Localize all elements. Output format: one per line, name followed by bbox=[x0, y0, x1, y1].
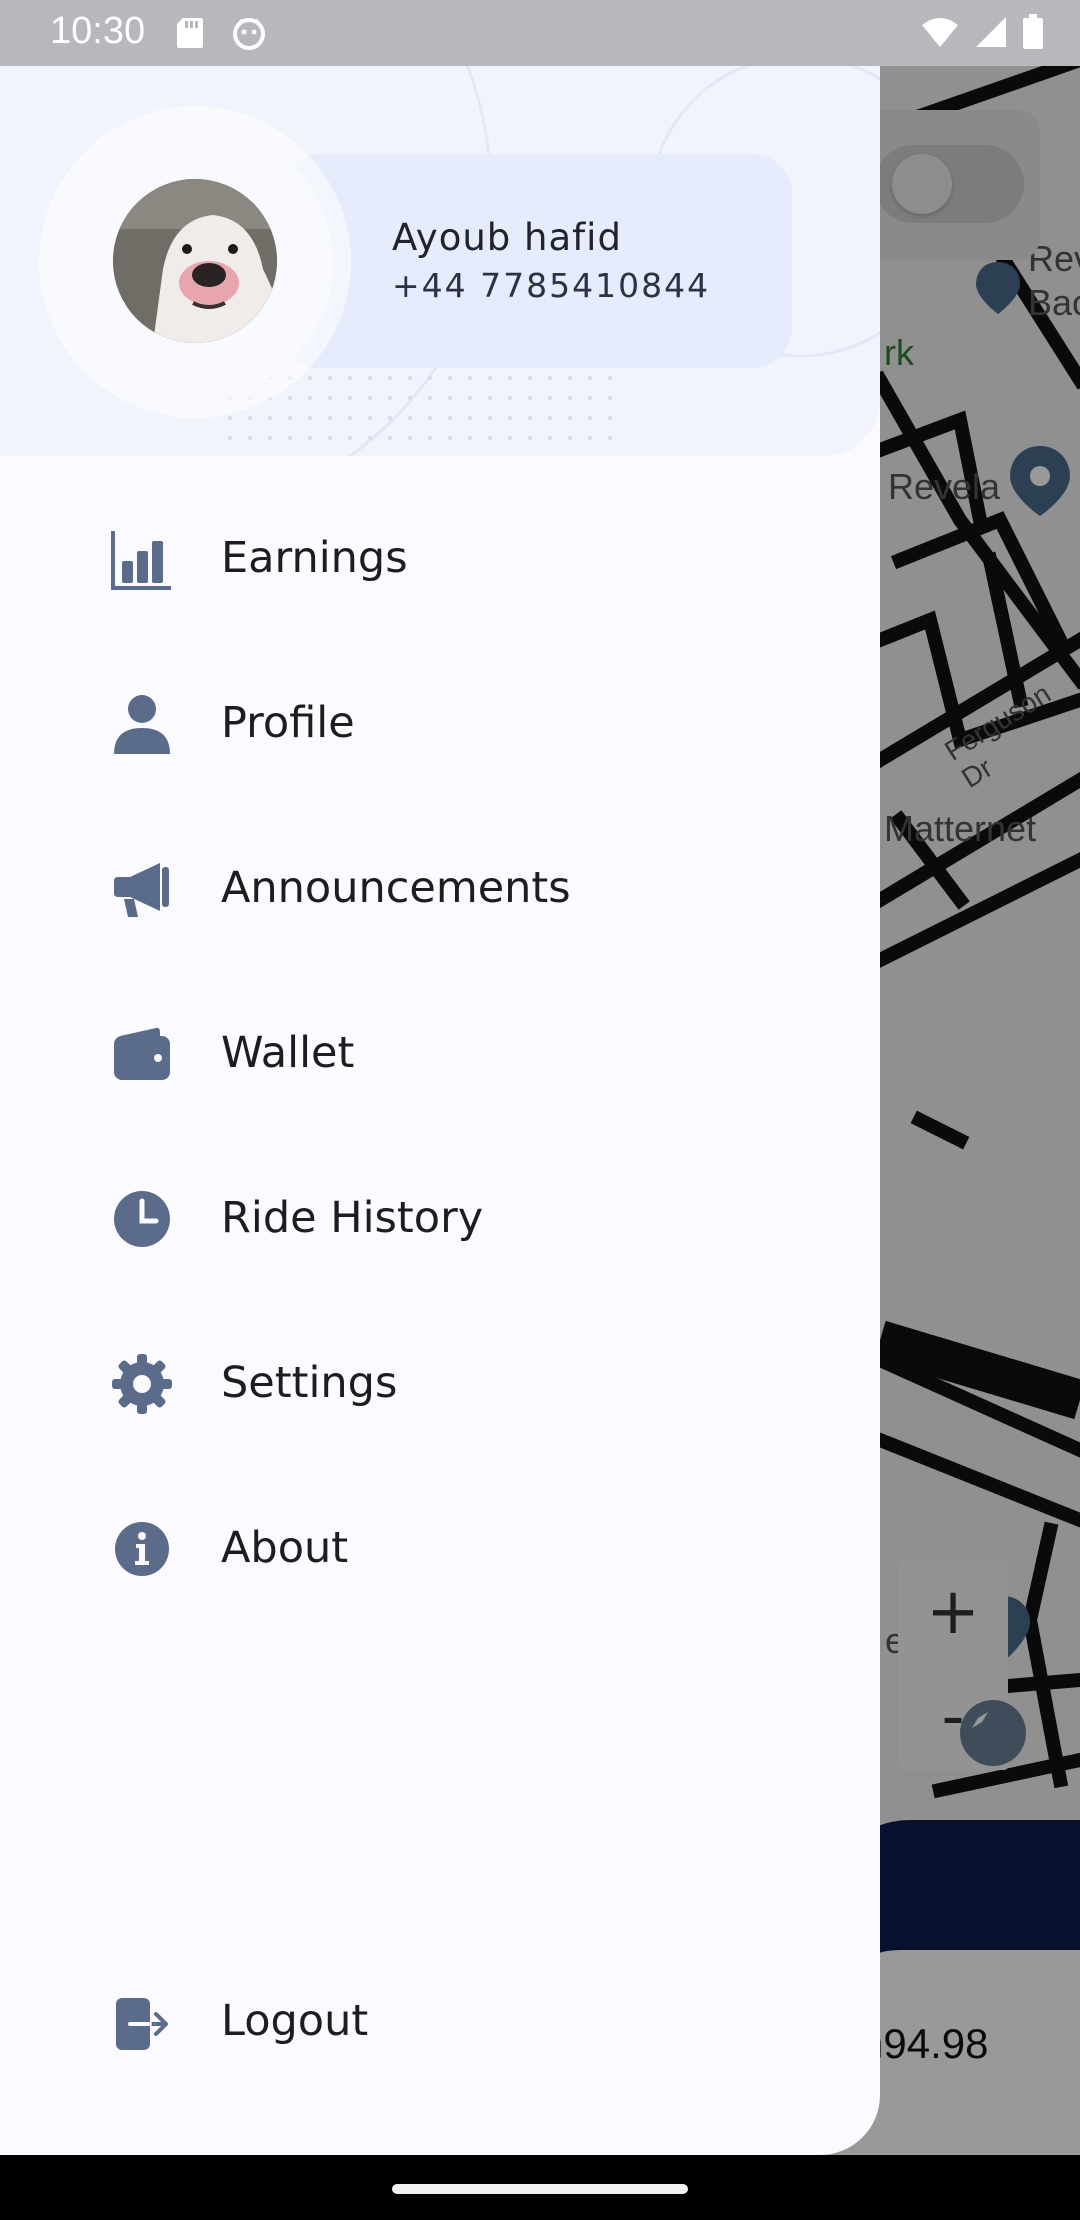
sd-card-icon bbox=[177, 18, 203, 48]
menu-item-settings[interactable]: Settings bbox=[0, 1320, 880, 1440]
menu-item-about[interactable]: About bbox=[0, 1485, 880, 1605]
signal-icon bbox=[976, 17, 1006, 47]
system-nav-bar bbox=[0, 2155, 1080, 2220]
avatar[interactable] bbox=[113, 179, 277, 343]
avatar-photo bbox=[113, 179, 277, 343]
menu-item-label: Announcements bbox=[221, 863, 571, 913]
user-info-card[interactable] bbox=[280, 154, 792, 368]
bar-chart-icon bbox=[110, 527, 174, 591]
menu-item-label: Earnings bbox=[221, 533, 408, 583]
menu-item-label: Settings bbox=[221, 1358, 398, 1408]
smiley-app-icon bbox=[233, 18, 265, 50]
wifi-icon bbox=[922, 18, 958, 47]
menu-item-wallet[interactable]: Wallet bbox=[0, 990, 880, 1110]
logout-button[interactable]: Logout bbox=[0, 1962, 880, 2082]
info-icon bbox=[110, 1517, 174, 1581]
drawer-header: Ayoub hafid +44 7785410844 bbox=[0, 66, 880, 456]
system-icons bbox=[920, 14, 1044, 50]
menu-item-label: Ride History bbox=[221, 1193, 484, 1243]
menu-item-profile[interactable]: Profile bbox=[0, 660, 880, 780]
gear-icon bbox=[110, 1352, 174, 1416]
menu-item-label: Profile bbox=[221, 698, 355, 748]
menu-item-label: Wallet bbox=[221, 1028, 355, 1078]
logout-label: Logout bbox=[221, 1996, 369, 2046]
person-icon bbox=[110, 692, 174, 756]
menu-item-announcements[interactable]: Announcements bbox=[0, 825, 880, 945]
wallet-icon bbox=[110, 1022, 174, 1086]
megaphone-icon bbox=[110, 857, 174, 921]
menu-item-label: About bbox=[221, 1523, 349, 1573]
navigation-drawer: Ayoub hafid +44 7785410844 Earnings Prof… bbox=[0, 0, 880, 2155]
notification-icons bbox=[175, 16, 267, 52]
menu-item-earnings[interactable]: Earnings bbox=[0, 495, 880, 615]
user-phone: +44 7785410844 bbox=[392, 266, 711, 305]
status-bar: 10:30 bbox=[0, 0, 1080, 66]
logout-icon bbox=[110, 1992, 174, 2056]
status-time: 10:30 bbox=[50, 10, 146, 52]
user-name: Ayoub hafid bbox=[392, 216, 622, 259]
clock-icon bbox=[110, 1187, 174, 1251]
menu-item-ride-history[interactable]: Ride History bbox=[0, 1155, 880, 1275]
home-gesture-handle[interactable] bbox=[392, 2184, 688, 2194]
battery-icon bbox=[1023, 14, 1043, 49]
